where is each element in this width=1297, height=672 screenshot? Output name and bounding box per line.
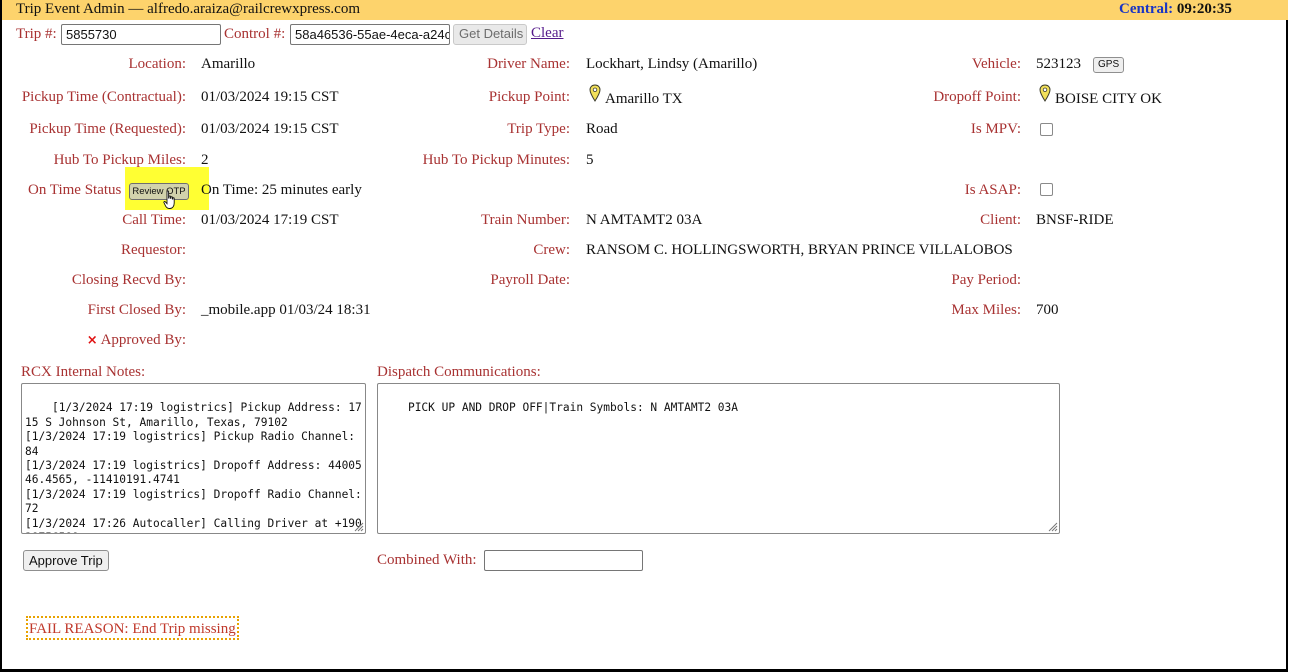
central-clock: Central: 09:20:35 (1119, 1, 1232, 18)
first-closed-by-label: First Closed By: (87, 302, 186, 318)
is-asap-label: Is ASAP: (964, 182, 1021, 198)
get-details-button[interactable]: Get Details (453, 24, 527, 45)
fail-reason-message: FAIL REASON: End Trip missing (26, 616, 239, 640)
clear-link[interactable]: Clear (531, 25, 563, 42)
max-miles-value: 700 (1036, 302, 1059, 318)
clock-label: Central: (1119, 1, 1174, 17)
trip-number-input[interactable]: 5855730 (61, 24, 221, 45)
is-mpv-label: Is MPV: (970, 121, 1021, 137)
payroll-date-label: Payroll Date: (490, 272, 570, 288)
pickup-time-contractual-label: Pickup Time (Contractual): (21, 89, 186, 105)
rcx-internal-notes-label: RCX Internal Notes: (21, 364, 146, 380)
train-number-value: N AMTAMT2 03A (586, 212, 703, 228)
pickup-point-value: Amarillo TX (605, 91, 683, 107)
control-number-input[interactable]: 58a46536-55ae-4eca-a24c (290, 24, 450, 45)
pickup-time-requested-label: Pickup Time (Requested): (29, 121, 186, 137)
window-edge (1288, 0, 1297, 672)
on-time-status-label: On Time Status (28, 182, 122, 198)
combined-with-input[interactable] (484, 550, 643, 571)
close-icon: × (86, 333, 98, 348)
first-closed-by-value: _mobile.app 01/03/24 18:31 (201, 302, 371, 318)
combined-with-label: Combined With: (377, 552, 477, 568)
closing-recvd-by-label: Closing Recvd By: (71, 272, 186, 288)
title-bar: Trip Event Admin — alfredo.araiza@railcr… (2, 0, 1288, 20)
is-asap-checkbox[interactable] (1040, 183, 1053, 196)
hub-to-pickup-minutes-value: 5 (586, 152, 594, 168)
control-number-label: Control #: (224, 26, 286, 42)
approved-by-label: × Approved By: (87, 331, 186, 350)
vehicle-label: Vehicle: (971, 56, 1021, 72)
page-title: Trip Event Admin — alfredo.araiza@railcr… (16, 1, 360, 17)
client-value: BNSF-RIDE (1036, 212, 1114, 228)
call-time-value: 01/03/2024 17:19 CST (201, 212, 339, 228)
crew-value: RANSOM C. HOLLINGSWORTH, BRYAN PRINCE VI… (586, 242, 1013, 258)
pickup-time-requested-value: 01/03/2024 19:15 CST (201, 121, 339, 137)
train-number-label: Train Number: (480, 212, 570, 228)
dispatch-communications-textarea[interactable]: PICK UP AND DROP OFF|Train Symbols: N AM… (377, 383, 1060, 534)
max-miles-label: Max Miles: (951, 302, 1021, 318)
on-time-status-value: On Time: 25 minutes early (201, 182, 362, 198)
trip-type-value: Road (586, 121, 618, 137)
location-value: Amarillo (201, 56, 256, 72)
approve-trip-button[interactable]: Approve Trip (23, 550, 109, 571)
location-label: Location: (128, 56, 186, 72)
trip-event-admin-window: Trip Event Admin — alfredo.araiza@railcr… (0, 0, 1288, 672)
dropoff-point-value: BOISE CITY OK (1055, 91, 1162, 107)
rcx-internal-notes-text: [1/3/2024 17:19 logistrics] Pickup Addre… (25, 401, 362, 533)
map-pin-icon[interactable] (589, 84, 601, 102)
is-mpv-checkbox[interactable] (1040, 123, 1053, 136)
gps-button[interactable]: GPS (1093, 57, 1125, 73)
resize-grip-icon[interactable] (1047, 521, 1058, 532)
requestor-label: Requestor: (121, 242, 186, 258)
pickup-time-contractual-value: 01/03/2024 19:15 CST (201, 89, 339, 105)
review-otp-button[interactable]: Review OTP (129, 183, 189, 200)
hub-to-pickup-minutes-label: Hub To Pickup Minutes: (422, 152, 570, 168)
crew-label: Crew: (533, 242, 570, 258)
driver-name-value: Lockhart, Lindsy (Amarillo) (586, 56, 758, 72)
pay-period-label: Pay Period: (951, 272, 1021, 288)
trip-type-label: Trip Type: (507, 121, 570, 137)
pickup-point-label: Pickup Point: (488, 89, 570, 105)
call-time-label: Call Time: (122, 212, 186, 228)
hand-pointer-icon (163, 190, 175, 209)
clock-time: 09:20:35 (1176, 1, 1232, 17)
trip-number-label: Trip #: (16, 26, 57, 42)
vehicle-value: 523123 (1036, 56, 1081, 72)
rcx-internal-notes-textarea[interactable]: [1/3/2024 17:19 logistrics] Pickup Addre… (21, 383, 366, 534)
resize-grip-icon[interactable] (353, 521, 364, 532)
client-label: Client: (980, 212, 1021, 228)
dropoff-point-label: Dropoff Point: (933, 89, 1021, 105)
dispatch-communications-text: PICK UP AND DROP OFF|Train Symbols: N AM… (407, 401, 738, 415)
driver-name-label: Driver Name: (487, 56, 570, 72)
dispatch-communications-label: Dispatch Communications: (377, 364, 541, 380)
map-pin-icon[interactable] (1039, 84, 1051, 102)
approved-by-label-text: Approved By: (100, 332, 186, 348)
